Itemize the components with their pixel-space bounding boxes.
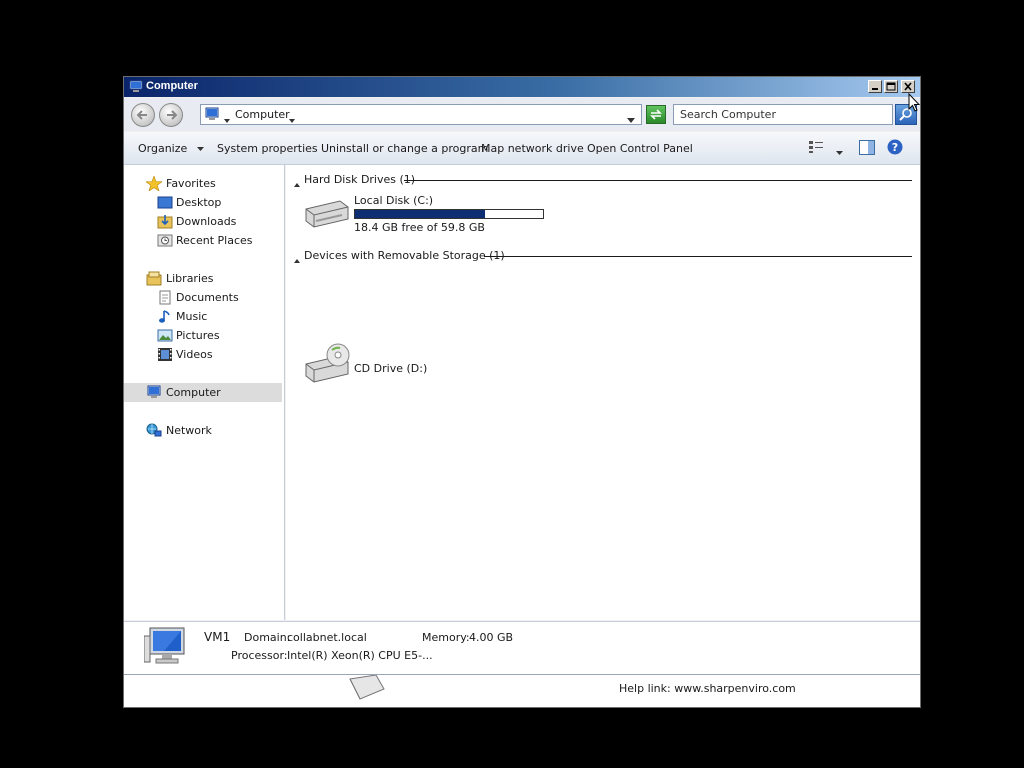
sidebar-item-favorites[interactable]: Favorites (124, 174, 282, 193)
sidebar-item-label: Downloads (176, 215, 237, 228)
help-icon[interactable]: ? (887, 139, 903, 158)
sidebar-item-videos[interactable]: Videos (124, 345, 282, 364)
system-properties-button[interactable]: System properties (217, 142, 318, 155)
refresh-button[interactable] (646, 105, 666, 124)
downloads-icon (157, 214, 173, 229)
sidebar-item-label: Music (176, 310, 208, 323)
chevron-down-icon[interactable] (224, 113, 230, 126)
disk-usage-bar (354, 209, 544, 219)
chevron-down-icon[interactable] (836, 145, 843, 158)
close-button[interactable] (901, 80, 915, 93)
disk-usage-fill (355, 210, 485, 218)
preview-pane-icon[interactable] (859, 140, 875, 158)
group-title: Devices with Removable Storage (1) (304, 249, 513, 262)
map-network-drive-button[interactable]: Map network drive (481, 142, 584, 155)
sidebar-item-downloads[interactable]: Downloads (124, 212, 282, 231)
processor-value: Intel(R) Xeon(R) CPU E5-... (287, 649, 433, 662)
sidebar-item-label: Desktop (176, 196, 222, 209)
maximize-button[interactable] (884, 80, 898, 93)
drive-name: Local Disk (C:) (354, 194, 434, 207)
sidebar-item-label: Network (166, 424, 212, 437)
organize-label: Organize (138, 142, 188, 155)
processor-label: Processor: (231, 649, 288, 662)
sidebar-item-label: Computer (166, 386, 221, 399)
sidebar-item-documents[interactable]: Documents (124, 288, 282, 307)
network-icon (146, 423, 162, 438)
drive-free-space: 18.4 GB free of 59.8 GB (354, 221, 485, 234)
sidebar-item-recent-places[interactable]: Recent Places (124, 231, 282, 250)
sidebar-item-label: Libraries (166, 272, 214, 285)
drive-name: CD Drive (D:) (354, 362, 428, 375)
recent-places-icon (157, 233, 173, 248)
sidebar-item-computer[interactable]: Computer (124, 383, 282, 402)
mouse-cursor-icon (908, 92, 921, 116)
documents-icon (157, 290, 173, 305)
sidebar-item-pictures[interactable]: Pictures (124, 326, 282, 345)
back-button[interactable] (131, 103, 155, 127)
search-input[interactable]: Search Computer (673, 104, 893, 125)
desktop-icon (157, 195, 173, 210)
pictures-icon (157, 328, 173, 343)
computer-icon (146, 385, 162, 400)
memory-value: 4.00 GB (469, 631, 514, 644)
domain-value: collabnet.local (287, 631, 367, 644)
computer-icon (204, 107, 220, 125)
svg-text:?: ? (892, 141, 898, 154)
memory-label: Memory: (422, 631, 470, 644)
drive-cd-drive-d[interactable]: CD Drive (D:) (302, 342, 502, 395)
group-header-hard-disk-drives[interactable]: Hard Disk Drives (1) (294, 172, 912, 188)
details-pane: VM1 Domain: collabnet.local Memory: 4.00… (124, 621, 920, 676)
cd-drive-icon (302, 342, 352, 391)
music-icon (157, 309, 173, 324)
domain-label: Domain: (244, 631, 291, 644)
sidebar-item-desktop[interactable]: Desktop (124, 193, 282, 212)
navigation-bar: Computer Search Computer (124, 98, 920, 131)
command-bar: Organize System properties Uninstall or … (124, 132, 920, 165)
explorer-window: Computer Computer Search Computer Organi… (123, 76, 921, 708)
content-pane: Hard Disk Drives (1) Local Disk (C:) 18.… (286, 165, 920, 620)
uninstall-program-button[interactable]: Uninstall or change a program (321, 142, 488, 155)
sidebar-item-label: Recent Places (176, 234, 253, 247)
organize-button[interactable]: Organize (138, 142, 204, 155)
sidebar-item-music[interactable]: Music (124, 307, 282, 326)
help-link[interactable]: Help link: www.sharpenviro.com (619, 682, 796, 695)
search-placeholder: Search Computer (680, 108, 776, 121)
sidebar-item-network[interactable]: Network (124, 421, 282, 440)
group-divider (404, 180, 912, 181)
window-title: Computer (146, 80, 198, 92)
group-header-removable-storage[interactable]: Devices with Removable Storage (1) (294, 248, 912, 264)
navigation-pane: Favorites Desktop Downloads Recent Place… (124, 165, 285, 620)
box-icon (346, 674, 388, 704)
sidebar-item-label: Documents (176, 291, 239, 304)
sidebar-item-label: Videos (176, 348, 213, 361)
hard-disk-icon (302, 195, 350, 238)
sidebar-item-libraries[interactable]: Libraries (124, 269, 282, 288)
address-text: Computer (235, 108, 290, 121)
address-bar[interactable]: Computer (200, 104, 642, 125)
collapse-icon[interactable] (294, 177, 300, 190)
forward-button[interactable] (159, 103, 183, 127)
sidebar-item-label: Pictures (176, 329, 220, 342)
star-icon (145, 175, 163, 192)
open-control-panel-button[interactable]: Open Control Panel (587, 142, 693, 155)
minimize-button[interactable] (868, 80, 882, 93)
videos-icon (157, 347, 173, 362)
chevron-down-icon[interactable] (289, 113, 295, 126)
drive-local-disk-c[interactable]: Local Disk (C:) 18.4 GB free of 59.8 GB (302, 191, 552, 241)
group-divider (484, 256, 912, 257)
title-bar[interactable]: Computer (124, 77, 920, 97)
status-bar: Help link: www.sharpenviro.com (124, 674, 920, 707)
address-dropdown-icon[interactable] (627, 113, 635, 126)
computer-name: VM1 (204, 630, 231, 644)
computer-icon (129, 80, 143, 93)
sidebar-item-label: Favorites (166, 177, 216, 190)
computer-monitor-icon (143, 626, 190, 669)
change-view-icon[interactable] (808, 140, 824, 157)
libraries-icon (146, 271, 162, 286)
collapse-icon[interactable] (294, 253, 300, 266)
